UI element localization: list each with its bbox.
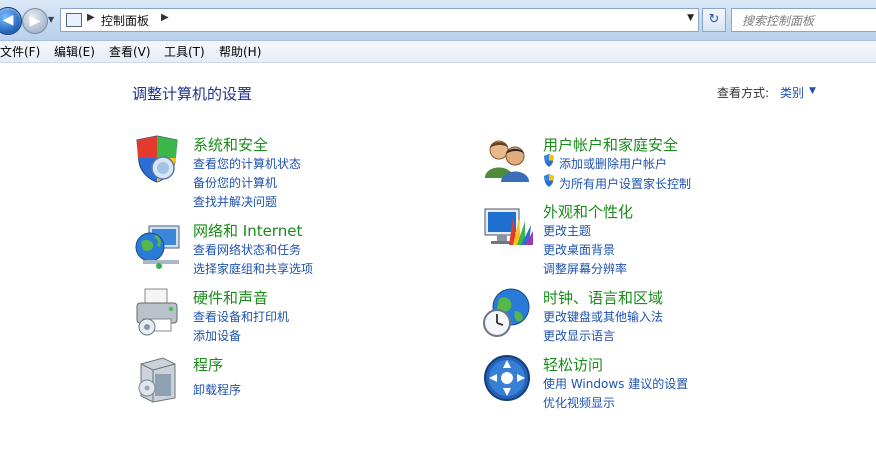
users-icon[interactable] bbox=[483, 134, 533, 184]
link-uninstall-program[interactable]: 卸载程序 bbox=[193, 381, 241, 398]
shield-icon[interactable] bbox=[133, 134, 183, 184]
printer-icon[interactable] bbox=[133, 287, 183, 337]
search-placeholder: 搜索控制面板 bbox=[742, 14, 815, 28]
chevron-down-icon[interactable]: ▼ bbox=[809, 86, 816, 96]
view-by-dropdown[interactable]: 类别 bbox=[780, 84, 804, 101]
window-topbar: ◀ ▶ ▼ ▶ 控制面板 ▶ ▼ ↻ 搜索控制面板 bbox=[0, 0, 876, 41]
clock-globe-icon[interactable] bbox=[483, 287, 533, 337]
page-title: 调整计算机的设置 bbox=[132, 85, 253, 103]
link-homegroup-sharing[interactable]: 选择家庭组和共享选项 bbox=[193, 260, 313, 277]
category-title[interactable]: 网络和 Internet bbox=[193, 220, 302, 241]
address-dropdown-icon[interactable]: ▼ bbox=[687, 13, 694, 23]
uac-shield-icon bbox=[544, 174, 554, 187]
network-globe-icon[interactable] bbox=[133, 220, 183, 270]
appearance-monitor-icon[interactable] bbox=[483, 201, 533, 251]
menu-tools[interactable]: 工具(T) bbox=[164, 43, 205, 60]
chevron-right-icon[interactable]: ▶ bbox=[87, 12, 95, 23]
link-parental-controls[interactable]: 为所有用户设置家长控制 bbox=[559, 175, 691, 192]
link-view-computer-status[interactable]: 查看您的计算机状态 bbox=[193, 155, 301, 172]
link-optimize-visual-display[interactable]: 优化视频显示 bbox=[543, 394, 615, 411]
category-title[interactable]: 系统和安全 bbox=[193, 134, 268, 155]
menu-edit[interactable]: 编辑(E) bbox=[54, 43, 95, 60]
link-adjust-resolution[interactable]: 调整屏幕分辨率 bbox=[543, 260, 627, 277]
link-view-network-status[interactable]: 查看网络状态和任务 bbox=[193, 241, 301, 258]
refresh-icon: ↻ bbox=[708, 12, 720, 27]
menu-view[interactable]: 查看(V) bbox=[109, 43, 151, 60]
link-change-desktop-background[interactable]: 更改桌面背景 bbox=[543, 241, 615, 258]
recent-pages-dropdown-icon[interactable]: ▼ bbox=[48, 15, 54, 24]
refresh-button[interactable]: ↻ bbox=[702, 8, 726, 32]
breadcrumb-control-panel[interactable]: 控制面板 bbox=[101, 12, 149, 29]
link-change-keyboard-input[interactable]: 更改键盘或其他输入法 bbox=[543, 308, 663, 325]
menu-file[interactable]: 文件(F) bbox=[0, 43, 40, 60]
link-change-display-language[interactable]: 更改显示语言 bbox=[543, 327, 615, 344]
link-add-device[interactable]: 添加设备 bbox=[193, 327, 241, 344]
category-title[interactable]: 硬件和声音 bbox=[193, 287, 268, 308]
category-title[interactable]: 用户帐户和家庭安全 bbox=[543, 134, 678, 155]
link-troubleshoot[interactable]: 查找并解决问题 bbox=[193, 193, 277, 210]
forward-button[interactable]: ▶ bbox=[22, 8, 48, 34]
category-title[interactable]: 程序 bbox=[193, 354, 223, 375]
link-devices-printers[interactable]: 查看设备和打印机 bbox=[193, 308, 289, 325]
link-recommended-settings[interactable]: 使用 Windows 建议的设置 bbox=[543, 375, 688, 392]
address-bar[interactable]: ▶ 控制面板 ▶ ▼ bbox=[60, 8, 699, 32]
link-backup-computer[interactable]: 备份您的计算机 bbox=[193, 174, 277, 191]
ease-of-access-icon[interactable] bbox=[483, 354, 533, 404]
back-button[interactable]: ◀ bbox=[0, 7, 22, 35]
search-input[interactable]: 搜索控制面板 bbox=[731, 8, 876, 32]
category-title[interactable]: 轻松访问 bbox=[543, 354, 603, 375]
link-change-theme[interactable]: 更改主题 bbox=[543, 222, 591, 239]
control-panel-icon bbox=[66, 13, 82, 27]
menu-help[interactable]: 帮助(H) bbox=[219, 43, 261, 60]
programs-box-icon[interactable] bbox=[133, 354, 183, 404]
category-title[interactable]: 外观和个性化 bbox=[543, 201, 633, 222]
arrow-right-icon: ▶ bbox=[29, 13, 41, 29]
link-add-remove-accounts[interactable]: 添加或删除用户帐户 bbox=[559, 155, 667, 172]
uac-shield-icon bbox=[544, 154, 554, 167]
category-title[interactable]: 时钟、语言和区域 bbox=[543, 287, 663, 308]
view-by-label: 查看方式: bbox=[717, 86, 770, 100]
arrow-left-icon: ◀ bbox=[2, 12, 14, 28]
chevron-right-icon[interactable]: ▶ bbox=[161, 12, 169, 23]
menu-bar: 文件(F) 编辑(E) 查看(V) 工具(T) 帮助(H) bbox=[0, 41, 876, 63]
